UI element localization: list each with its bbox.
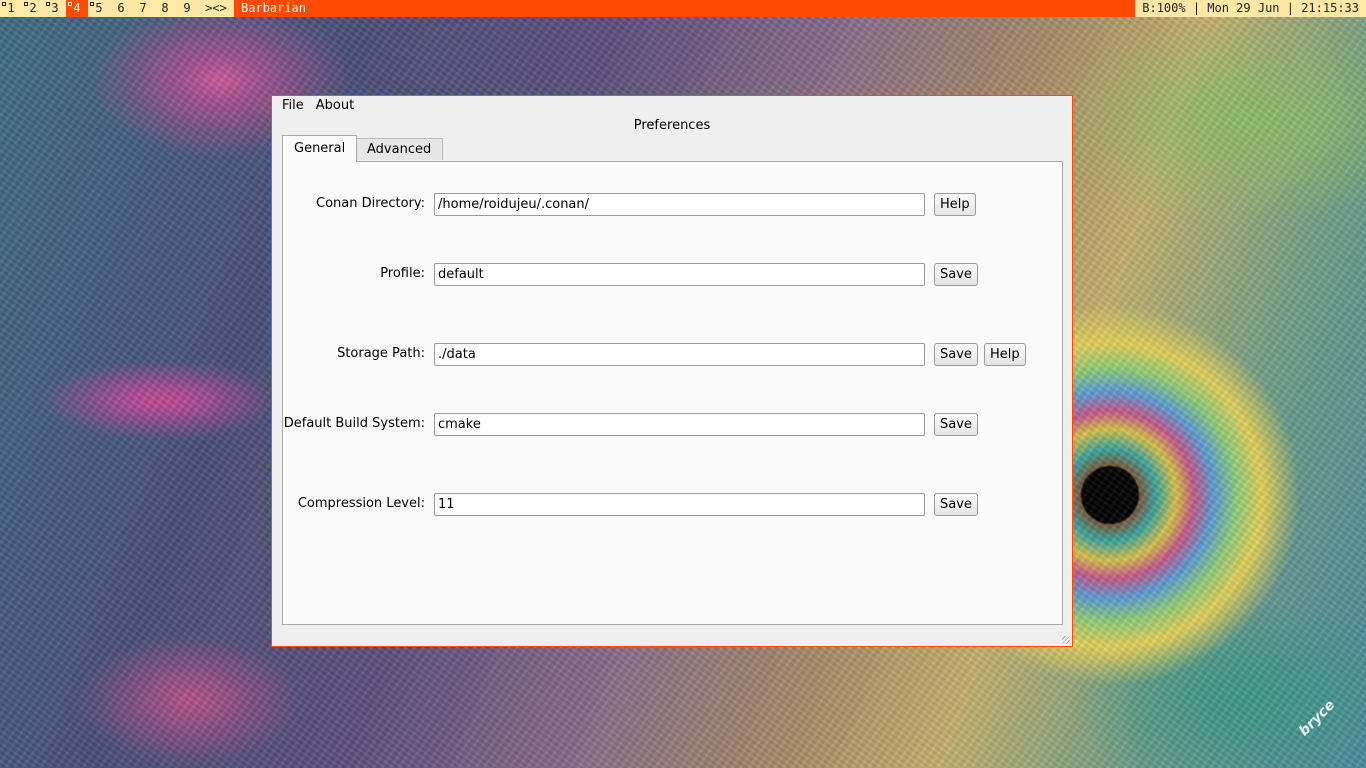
workspace-2[interactable]: 2 [22,0,44,17]
menu-about[interactable]: About [310,96,360,116]
conan-directory-row: Conan Directory: Help [283,193,1062,217]
profile-row: Profile: Save [283,263,1062,287]
workspace-switcher: 1 2 3 4 5 6 7 8 9 ><> [0,0,234,17]
conan-directory-help-button[interactable]: Help [934,193,976,216]
profile-input[interactable] [434,263,925,286]
storage-path-row: Storage Path: Save Help [283,343,1062,367]
compression-level-save-button[interactable]: Save [934,493,978,516]
profile-label: Profile: [380,266,425,281]
page-title: Preferences [633,118,711,133]
status-text: B:100% | Mon 29 Jun | 21:15:33 [1135,0,1366,17]
workspace-4-active[interactable]: 4 [66,0,88,17]
compression-level-label: Compression Level: [297,496,425,511]
resize-grip[interactable] [1062,636,1070,644]
focused-window-title: Barbarian [241,1,307,15]
compression-level-input[interactable] [434,493,925,516]
conan-directory-input[interactable] [434,193,925,216]
menu-bar: File About [272,96,360,116]
compression-level-row: Compression Level: Save [283,493,1062,517]
workspace-5[interactable]: 5 [88,0,110,17]
workspace-8[interactable]: 8 [154,0,176,17]
tab-general[interactable]: General [282,135,358,162]
workspace-6[interactable]: 6 [110,0,132,17]
conan-directory-label: Conan Directory: [316,196,425,211]
layout-indicator[interactable]: ><> [198,0,234,17]
profile-save-button[interactable]: Save [934,263,978,286]
workspace-1[interactable]: 1 [0,0,22,17]
storage-path-input[interactable] [434,343,925,366]
default-build-system-label: Default Build System: [283,416,425,431]
storage-path-help-button[interactable]: Help [984,343,1026,366]
tab-advanced[interactable]: Advanced [355,138,444,160]
storage-path-save-button[interactable]: Save [934,343,978,366]
preferences-window: File About Preferences General Advanced … [271,95,1073,647]
workspace-9[interactable]: 9 [176,0,198,17]
top-status-bar: 1 2 3 4 5 6 7 8 9 ><> Barbarian B:100% |… [0,0,1366,17]
default-build-system-save-button[interactable]: Save [934,413,978,436]
workspace-3[interactable]: 3 [44,0,66,17]
default-build-system-input[interactable] [434,413,925,436]
general-settings-panel: Conan Directory: Help Profile: Save Stor… [282,161,1063,625]
default-build-system-row: Default Build System: Save [283,413,1062,437]
workspace-7[interactable]: 7 [132,0,154,17]
menu-file[interactable]: File [272,96,310,116]
storage-path-label: Storage Path: [337,346,425,361]
